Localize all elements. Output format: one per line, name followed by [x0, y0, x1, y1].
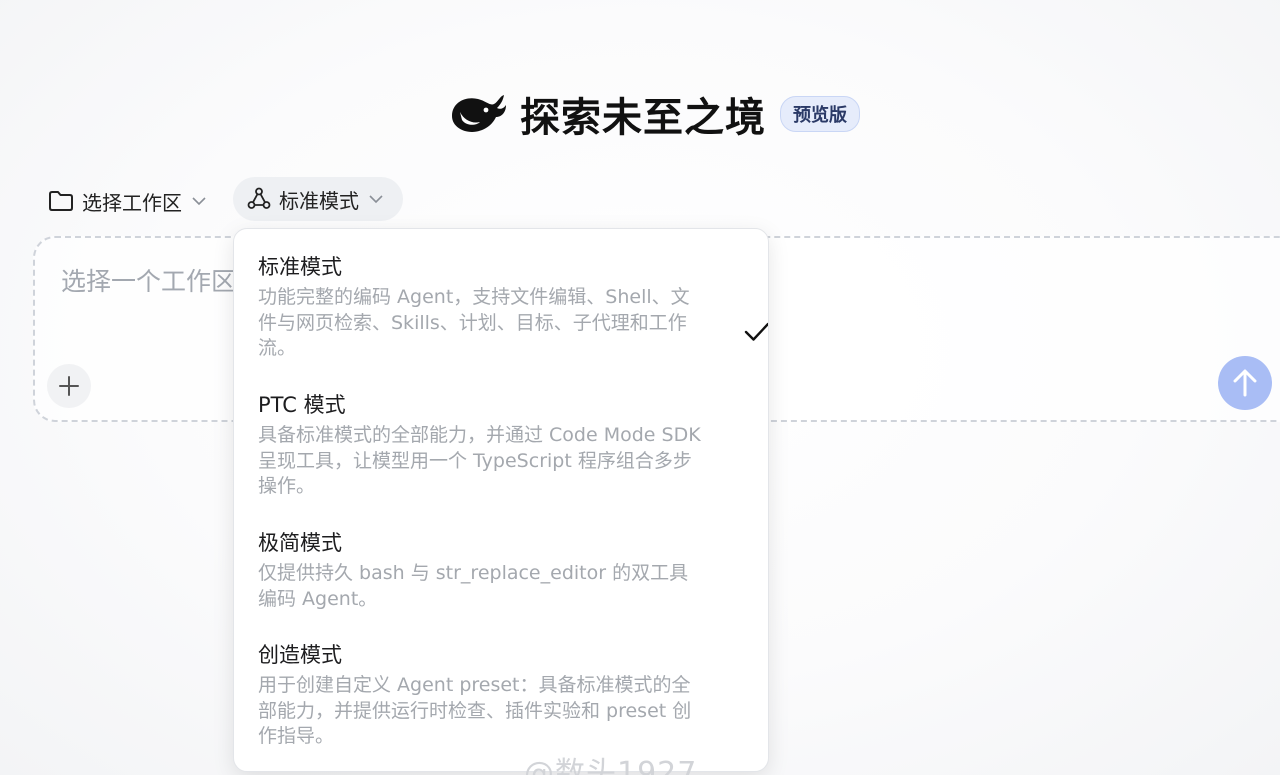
workspace-selector-label: 选择工作区	[82, 190, 182, 215]
mode-option-name: PTC 模式	[258, 393, 346, 417]
mode-option-name: 标准模式	[258, 255, 342, 279]
brand-header: 探索未至之境 预览版	[448, 84, 860, 144]
mode-option-description: 具备标准模式的全部能力，并通过 Code Mode SDK 呈现工具，让模型用一…	[258, 424, 701, 497]
chevron-down-icon	[369, 194, 383, 203]
chevron-down-icon	[192, 196, 206, 205]
mode-selector-label: 标准模式	[279, 188, 359, 213]
preview-badge: 预览版	[780, 96, 860, 132]
mode-dropdown-menu: 标准模式 功能完整的编码 Agent，支持文件编辑、Shell、文件与网页检索、…	[233, 228, 769, 772]
mode-option-minimal[interactable]: 极简模式 仅提供持久 bash 与 str_replace_editor 的双工…	[258, 529, 748, 612]
prompt-input[interactable]: 选择一个工作区	[61, 262, 236, 298]
plus-icon	[59, 376, 79, 396]
mode-selector[interactable]: 标准模式	[233, 177, 403, 221]
mode-option-name: 极简模式	[258, 531, 342, 555]
send-button[interactable]	[1218, 356, 1272, 410]
app-page: 探索未至之境 预览版 选择工作区 标准模式 选择一个工作区 标准模式 功能完整的…	[0, 0, 1280, 775]
add-attachment-button[interactable]	[47, 364, 91, 408]
mode-option-standard[interactable]: 标准模式 功能完整的编码 Agent，支持文件编辑、Shell、文件与网页检索、…	[258, 253, 768, 362]
mode-option-description: 功能完整的编码 Agent，支持文件编辑、Shell、文件与网页检索、Skill…	[258, 286, 690, 359]
page-title: 探索未至之境	[520, 95, 766, 141]
workspace-selector[interactable]: 选择工作区	[48, 181, 206, 221]
mode-option-description: 仅提供持久 bash 与 str_replace_editor 的双工具编码 A…	[258, 562, 689, 610]
checkmark-icon	[744, 322, 768, 341]
mode-option-description: 用于创建自定义 Agent preset：具备标准模式的全部能力，并提供运行时检…	[258, 674, 692, 747]
folder-icon	[49, 191, 73, 211]
nodes-icon	[247, 187, 271, 209]
mode-option-create[interactable]: 创造模式 用于创建自定义 Agent preset：具备标准模式的全部能力，并提…	[258, 641, 748, 750]
arrow-up-icon	[1233, 369, 1257, 397]
watermark: @数头1927	[524, 756, 698, 775]
mode-option-ptc[interactable]: PTC 模式 具备标准模式的全部能力，并通过 Code Mode SDK 呈现工…	[258, 391, 748, 500]
whale-logo-icon	[452, 95, 506, 132]
mode-option-name: 创造模式	[258, 643, 342, 667]
